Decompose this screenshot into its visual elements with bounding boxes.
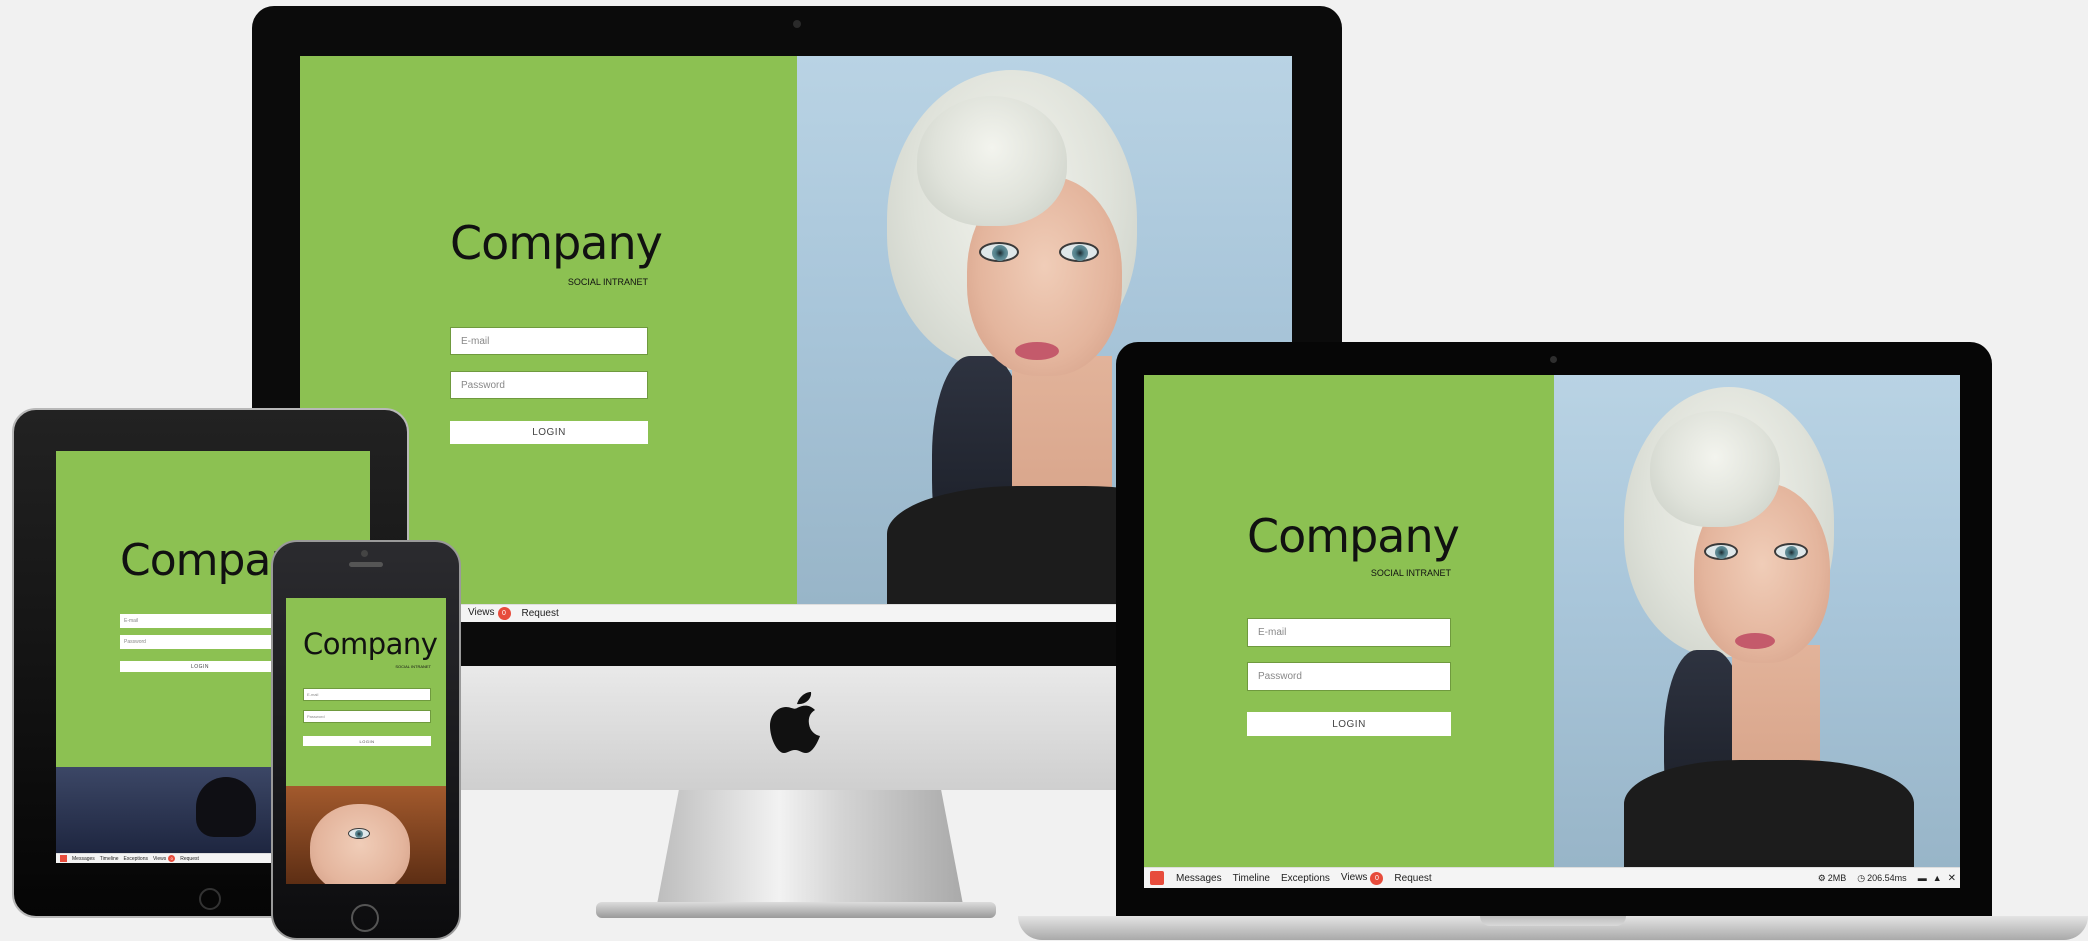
login-button[interactable]: LOGIN <box>450 421 648 444</box>
monitor-stand-base <box>596 902 996 918</box>
laptop-camera <box>1550 356 1557 363</box>
tablet-debugbar-tab-views[interactable]: Views 0 <box>152 855 176 862</box>
laptop-login-button[interactable]: LOGIN <box>1247 712 1451 736</box>
phone-photo-face <box>310 804 410 884</box>
tablet-debugbar-logo-icon <box>60 855 67 862</box>
laptop-debugbar-tab-timeline[interactable]: Timeline <box>1233 873 1270 884</box>
phone-home-button <box>351 904 379 932</box>
monitor-camera <box>793 20 801 28</box>
tablet-debugbar-tab-request[interactable]: Request <box>180 856 199 862</box>
laptop-debugbar-tab-messages[interactable]: Messages <box>1176 873 1222 884</box>
laptop-hero-photo <box>1554 375 1960 867</box>
right-eye <box>1059 242 1099 262</box>
laptop-neck <box>1732 645 1820 765</box>
tablet-password-field[interactable]: Password <box>120 635 280 649</box>
gear-icon: ⚙ <box>1817 872 1826 883</box>
tablet-home-button <box>199 888 221 910</box>
laptop-lips <box>1735 633 1775 649</box>
laptop-debug-bar: Messages Timeline Exceptions Views 0 Requ… <box>1144 867 1960 888</box>
lips <box>1015 342 1059 360</box>
tablet-email-field[interactable]: E-mail <box>120 614 280 628</box>
company-tagline: SOCIAL INTRANET <box>567 277 648 287</box>
email-field[interactable]: E-mail <box>450 327 648 355</box>
phone-email-field[interactable]: E-mail <box>303 688 431 701</box>
password-field[interactable]: Password <box>450 371 648 399</box>
password-placeholder: Password <box>461 379 505 391</box>
phone-screen: Company SOCIAL INTRANET E-mail Password … <box>286 598 446 884</box>
phone-camera <box>361 550 368 557</box>
views-label: Views <box>468 607 495 618</box>
memory-usage[interactable]: 2MB <box>1828 873 1847 883</box>
monitor-stand <box>655 785 965 915</box>
chevron-up-icon[interactable]: ▲ <box>1933 873 1942 883</box>
debugbar-tab-request[interactable]: Request <box>522 608 559 619</box>
tablet-debugbar-tab-timeline[interactable]: Timeline <box>100 856 119 862</box>
laptop-password-placeholder: Password <box>1258 671 1302 682</box>
laptop-shirt <box>1624 760 1914 867</box>
phone-photo-eye <box>348 828 370 839</box>
apple-logo-icon <box>770 692 820 753</box>
email-placeholder: E-mail <box>461 335 490 347</box>
laptop-views-count-badge: 0 <box>1370 871 1384 885</box>
laptop-company-title: Company <box>1247 509 1460 563</box>
laptop-company-tagline: SOCIAL INTRANET <box>1370 568 1451 578</box>
tablet-password-placeholder: Password <box>124 639 146 645</box>
tablet-views-label: Views <box>152 856 167 862</box>
hair-fringe <box>917 96 1067 226</box>
phone-login-button[interactable]: LOGIN <box>303 736 431 746</box>
tablet-debugbar-tab-exceptions[interactable]: Exceptions <box>124 856 148 862</box>
phone-email-placeholder: E-mail <box>307 692 319 697</box>
tablet-login-button[interactable]: LOGIN <box>120 661 280 672</box>
phone-hero-photo <box>286 786 446 884</box>
laptop-debugbar-tab-exceptions[interactable]: Exceptions <box>1281 873 1330 884</box>
tablet-views-count-badge: 0 <box>168 855 176 862</box>
close-icon[interactable]: ✕ <box>1948 873 1956 884</box>
debugbar-tab-views[interactable]: Views 0 <box>468 607 511 620</box>
company-title: Company <box>450 216 663 270</box>
laptop-debugbar-tab-views[interactable]: Views 0 <box>1340 871 1384 885</box>
laptop-email-field[interactable]: E-mail <box>1247 618 1451 647</box>
phone-password-field[interactable]: Password <box>303 710 431 723</box>
laptop-views-label: Views <box>1340 871 1368 883</box>
phone-company-tagline: SOCIAL INTRANET <box>395 664 431 669</box>
tablet-photo-figure <box>196 777 256 837</box>
laptop-left-eye <box>1704 543 1738 560</box>
tablet-debugbar-tab-messages[interactable]: Messages <box>72 856 95 862</box>
laptop-screen: Company SOCIAL INTRANET E-mail Password … <box>1144 375 1960 888</box>
clock-icon: ◷ <box>1857 872 1866 883</box>
laptop-notch <box>1480 916 1626 926</box>
views-count-badge: 0 <box>497 607 511 620</box>
request-time[interactable]: 206.54ms <box>1867 873 1907 883</box>
laptop-debugbar-tab-request[interactable]: Request <box>1394 873 1431 884</box>
tablet-email-placeholder: E-mail <box>124 618 139 624</box>
laptop-right-eye <box>1774 543 1808 560</box>
phone-password-placeholder: Password <box>307 714 325 719</box>
laptop-password-field[interactable]: Password <box>1247 662 1451 691</box>
neck <box>1012 356 1112 496</box>
left-eye <box>979 242 1019 262</box>
laptop-hair-fringe <box>1650 411 1780 527</box>
folder-icon[interactable]: ▬ <box>1918 873 1927 883</box>
laptop-email-placeholder: E-mail <box>1258 627 1287 638</box>
phone-speaker <box>349 562 383 567</box>
phone-company-title: Company <box>303 627 438 661</box>
debugbar-logo-icon[interactable] <box>1150 871 1164 885</box>
